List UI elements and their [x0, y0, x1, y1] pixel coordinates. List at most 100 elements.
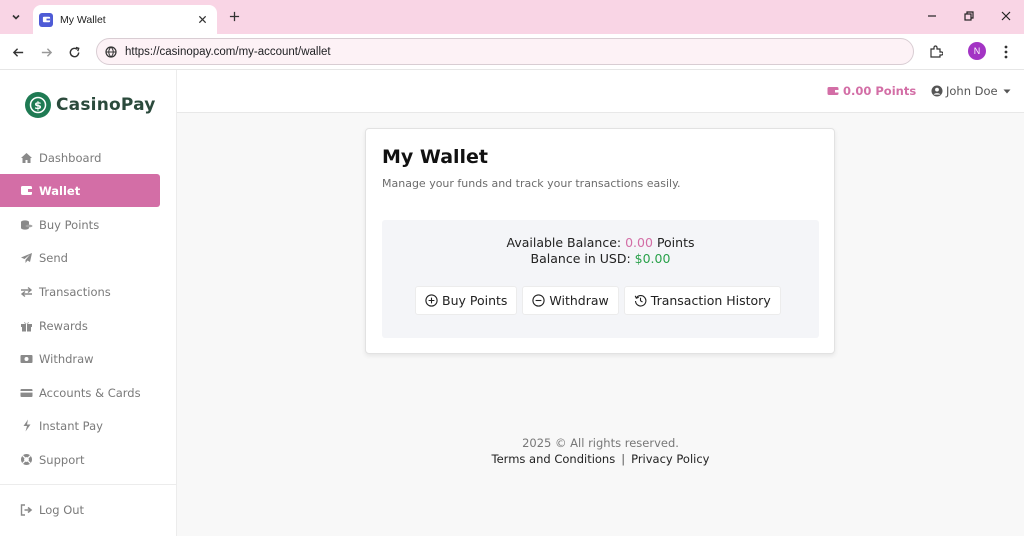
arrow-left-icon: [12, 47, 23, 57]
sidebar-item-send[interactable]: Send: [0, 241, 160, 274]
sidebar-item-dashboard[interactable]: Dashboard: [0, 141, 160, 174]
terms-link[interactable]: Terms and Conditions: [492, 452, 616, 466]
credit-card-icon: [20, 386, 33, 399]
sidebar-item-rewards[interactable]: Rewards: [0, 309, 160, 342]
withdraw-button[interactable]: Withdraw: [522, 286, 619, 315]
sidebar-item-label: Transactions: [39, 284, 111, 299]
page-title: My Wallet: [382, 146, 489, 168]
life-ring-icon: [20, 453, 33, 466]
usd-balance-label: Balance in USD:: [530, 251, 631, 266]
user-menu-toggle[interactable]: John Doe: [931, 84, 1011, 98]
caret-down-icon: [1003, 89, 1011, 93]
history-icon: [634, 295, 647, 307]
money-bill-icon: [20, 352, 33, 365]
sidebar-item-withdraw[interactable]: Withdraw: [0, 342, 160, 375]
points-balance-link[interactable]: 0.00 Points: [827, 84, 916, 98]
close-icon: [198, 15, 206, 24]
back-button[interactable]: [8, 42, 28, 62]
svg-text:$: $: [34, 99, 42, 112]
wallet-card: My Wallet Manage your funds and track yo…: [365, 128, 835, 354]
minimize-icon: [928, 15, 936, 17]
paper-plane-icon: [20, 251, 33, 264]
transaction-history-label: Transaction History: [650, 293, 771, 308]
browser-menu-button[interactable]: [997, 42, 1015, 62]
top-header: 0.00 Points John Doe: [177, 70, 1024, 113]
sidebar-item-label: Accounts & Cards: [39, 385, 141, 400]
sidebar-item-transactions[interactable]: Transactions: [0, 275, 160, 308]
browser-tab[interactable]: My Wallet: [33, 5, 217, 34]
plus-circle-icon: [425, 294, 438, 307]
puzzle-icon: [930, 45, 943, 58]
buy-points-button[interactable]: Buy Points: [415, 286, 518, 315]
footer-separator: |: [621, 452, 626, 466]
transaction-history-button[interactable]: Transaction History: [623, 286, 781, 315]
sidebar-item-label: Buy Points: [39, 217, 100, 232]
wallet-icon: [20, 184, 33, 197]
profile-avatar[interactable]: N: [968, 42, 986, 60]
sidebar-item-label: Support: [39, 452, 85, 467]
sidebar-item-label: Send: [39, 250, 68, 265]
close-icon: [1001, 11, 1011, 21]
more-vertical-icon: [1004, 45, 1008, 59]
gift-icon: [20, 319, 33, 332]
available-balance-line: Available Balance: 0.00 Points: [382, 235, 819, 250]
points-balance: 0.00 Points: [843, 84, 917, 98]
close-window-button[interactable]: [996, 7, 1016, 25]
sidebar-item-instant-pay[interactable]: Instant Pay: [0, 409, 160, 442]
url-text[interactable]: https://casinopay.com/my-account/wallet: [125, 46, 331, 58]
buy-points-label: Buy Points: [442, 293, 508, 308]
sidebar: $ CasinoPay Dashboard Wallet Buy Points …: [0, 70, 177, 536]
footer-links: Terms and Conditions | Privacy Policy: [177, 452, 1024, 466]
usd-balance-value: $0.00: [634, 251, 671, 266]
sidebar-item-support[interactable]: Support: [0, 443, 160, 476]
exchange-icon: [20, 285, 33, 298]
home-icon: [20, 151, 33, 164]
available-balance-value: 0.00: [625, 235, 653, 250]
tab-search-button[interactable]: [6, 7, 26, 27]
favicon-icon: [39, 12, 53, 27]
sidebar-item-label: Rewards: [39, 318, 88, 333]
sidebar-item-label: Withdraw: [39, 351, 94, 366]
logout-label: Log Out: [39, 502, 85, 517]
reload-button[interactable]: [64, 42, 84, 62]
extensions-button[interactable]: [926, 42, 946, 62]
sidebar-item-buy-points[interactable]: Buy Points: [0, 208, 160, 241]
browser-toolbar: https://casinopay.com/my-account/wallet …: [0, 34, 1024, 70]
available-balance-label: Available Balance:: [506, 235, 622, 250]
privacy-link[interactable]: Privacy Policy: [631, 452, 709, 466]
address-bar[interactable]: https://casinopay.com/my-account/wallet: [96, 38, 914, 65]
brand-logo[interactable]: $ CasinoPay: [25, 92, 156, 118]
logout-button[interactable]: Log Out: [0, 493, 160, 526]
wallet-icon: [827, 87, 839, 95]
minus-circle-icon: [532, 294, 546, 307]
close-tab-button[interactable]: [195, 13, 209, 27]
minimize-button[interactable]: [922, 7, 942, 25]
restore-button[interactable]: [959, 7, 979, 25]
usd-balance-line: Balance in USD: $0.00: [382, 251, 819, 266]
new-tab-button[interactable]: [225, 7, 243, 25]
user-name: John Doe: [946, 84, 998, 98]
bolt-icon: [20, 419, 33, 432]
copyright-text: 2025 © All rights reserved.: [522, 436, 679, 450]
chevron-down-icon: [12, 14, 20, 20]
withdraw-label: Withdraw: [549, 293, 609, 308]
forward-button[interactable]: [36, 42, 56, 62]
sidebar-item-label: Instant Pay: [39, 418, 103, 433]
available-balance-unit: Points: [656, 235, 695, 250]
sidebar-item-wallet[interactable]: Wallet: [0, 174, 160, 207]
sidebar-item-label: Dashboard: [39, 150, 102, 165]
user-circle-icon: [931, 85, 943, 97]
dollar-coin-icon: $: [25, 92, 51, 118]
tab-title: My Wallet: [60, 13, 106, 26]
page-subtitle: Manage your funds and track your transac…: [382, 177, 681, 190]
reload-icon: [69, 46, 80, 57]
coins-icon: [20, 218, 33, 231]
sidebar-item-label: Wallet: [39, 183, 81, 198]
brand-name: CasinoPay: [56, 95, 156, 115]
sidebar-divider: [0, 484, 176, 485]
browser-tab-bar: My Wallet: [0, 0, 1024, 34]
sidebar-item-accounts-cards[interactable]: Accounts & Cards: [0, 376, 160, 409]
site-info-icon[interactable]: [105, 45, 117, 58]
plus-icon: [229, 11, 239, 21]
restore-icon: [964, 11, 974, 21]
